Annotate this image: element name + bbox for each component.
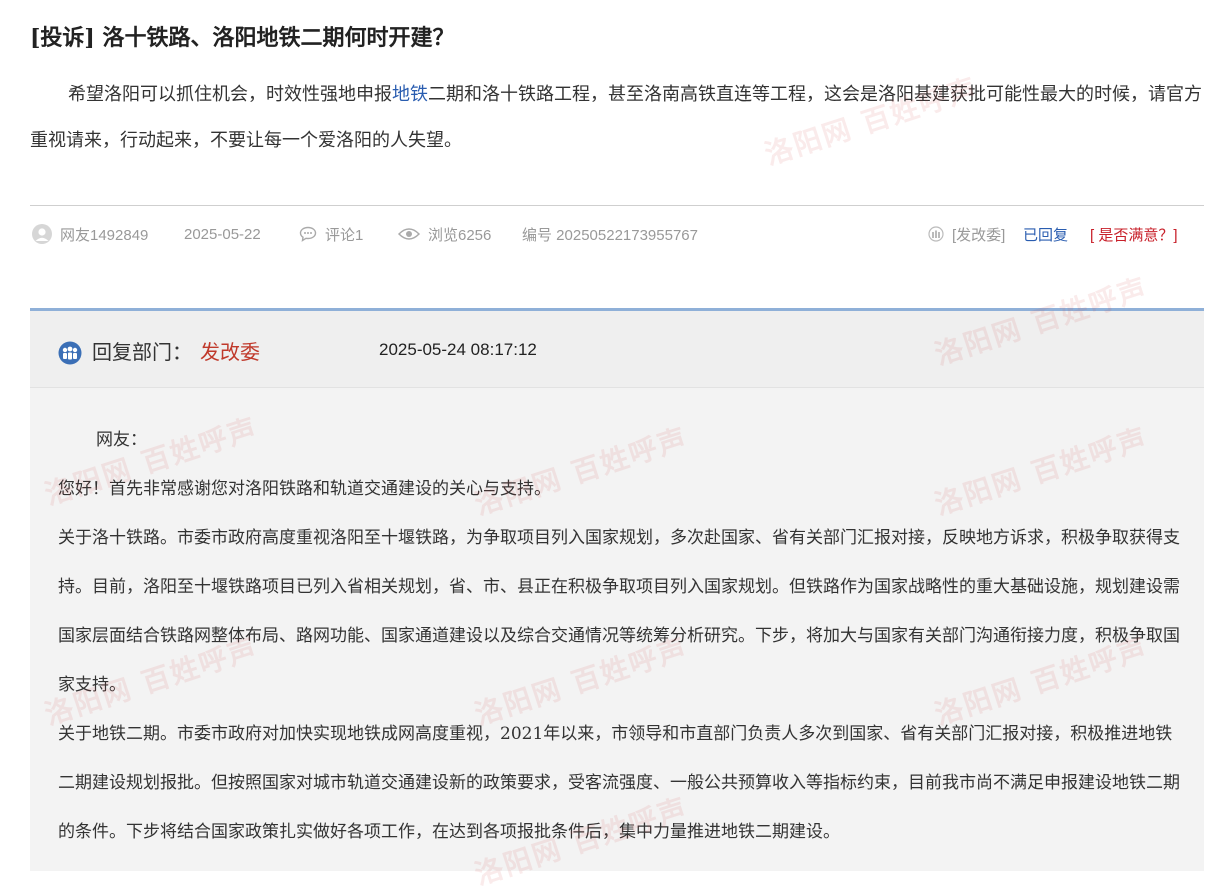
satisfaction-link[interactable]: [ 是否满意？]	[1090, 222, 1178, 246]
post-author[interactable]: 网友1492849	[32, 222, 148, 246]
post-number: 编号 20250522173955767	[522, 222, 698, 246]
comment-icon	[299, 226, 317, 242]
department-icon	[928, 226, 944, 242]
post-date: 2025-05-22	[184, 222, 261, 246]
user-avatar-icon	[32, 224, 52, 244]
department-group-icon	[58, 341, 82, 365]
subway-link[interactable]: 地铁	[392, 84, 428, 105]
reply-department-name: 发改委	[200, 340, 260, 364]
reply-paragraph-3: 关于地铁二期。市委市政府对加快实现地铁成网高度重视，2021年以来，市领导和市直…	[58, 724, 1180, 842]
comment-count-text: 评论1	[325, 226, 364, 244]
post-body: 希望洛阳可以抓住机会，时效性强地申报地铁二期和洛十铁路工程，甚至洛南高铁直连等工…	[30, 72, 1202, 164]
reply-paragraph-1: 您好！首先非常感谢您对洛阳铁路和轨道交通建设的关心与支持。	[58, 479, 551, 499]
author-name: 网友1492849	[60, 226, 149, 244]
department-tag-text: [发改委]	[952, 226, 1006, 244]
reply-content: 网友： 您好！首先非常感谢您对洛阳铁路和轨道交通建设的关心与支持。 关于洛十铁路…	[58, 416, 1188, 857]
reply-timestamp: 2025-05-24 08:17:12	[379, 340, 537, 359]
divider	[30, 205, 1204, 206]
reply-panel: 回复部门： 发改委 2025-05-24 08:17:12 网友： 您好！首先非…	[30, 308, 1204, 871]
reply-greeting: 网友：	[96, 430, 147, 450]
post-meta-bar: 网友1492849 2025-05-22 评论1 浏览6256 编号 20250…	[32, 222, 1204, 246]
comment-count[interactable]: 评论1	[299, 222, 363, 246]
post-title-text: 洛十铁路、洛阳地铁二期何时开建？	[102, 25, 455, 51]
post-tag: [投诉]	[30, 25, 95, 51]
view-count-text: 浏览6256	[428, 226, 492, 244]
satisfaction-text: [ 是否满意？]	[1090, 226, 1178, 244]
department-tag[interactable]: [发改委]	[928, 222, 1005, 246]
post-number-text: 编号 20250522173955767	[522, 226, 698, 244]
reply-status: 已回复	[1023, 222, 1068, 246]
post-date-text: 2025-05-22	[184, 225, 261, 243]
view-count: 浏览6256	[398, 222, 491, 246]
post-title: [投诉] 洛十铁路、洛阳地铁二期何时开建？	[30, 20, 455, 52]
reply-header: 回复部门： 发改委 2025-05-24 08:17:12	[30, 311, 1204, 388]
eye-icon	[398, 228, 420, 240]
reply-status-text: 已回复	[1023, 226, 1069, 244]
reply-paragraph-2: 关于洛十铁路。市委市政府高度重视洛阳至十堰铁路，为争取项目列入国家规划，多次赴国…	[58, 528, 1180, 695]
reply-department-label: 回复部门：	[92, 340, 192, 364]
post-body-part-1: 希望洛阳可以抓住机会，时效性强地申报	[68, 84, 392, 105]
